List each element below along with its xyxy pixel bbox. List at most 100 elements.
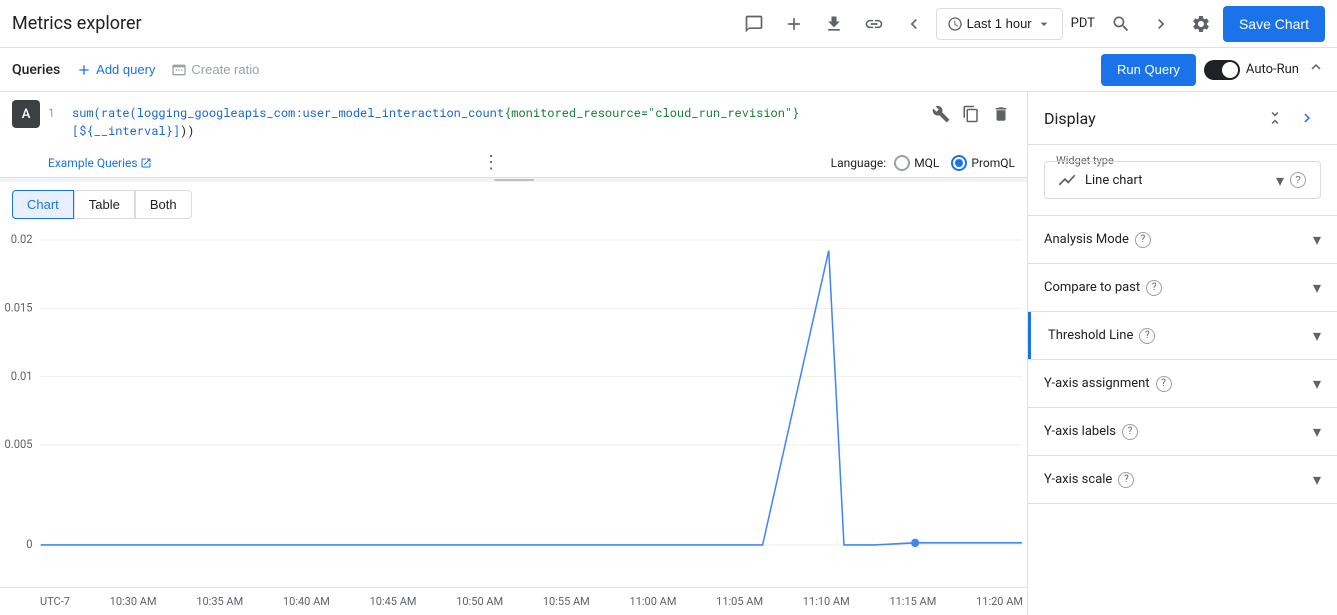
svg-text:0.01: 0.01: [11, 369, 33, 383]
search-icon-btn[interactable]: [1103, 6, 1139, 42]
y-axis-scale-help-icon: ?: [1118, 472, 1134, 488]
editor-builder-btn[interactable]: [927, 100, 955, 128]
accordion-y-axis-assignment: Y-axis assignment ? ▾: [1028, 360, 1337, 408]
example-queries-link[interactable]: Example Queries: [48, 156, 152, 170]
accordion-y-axis-labels-title: Y-axis labels ?: [1044, 424, 1138, 440]
auto-run-toggle: Auto-Run: [1204, 60, 1299, 80]
promql-label: PromQL: [971, 156, 1015, 170]
promql-circle: [951, 155, 967, 171]
analysis-mode-chevron: ▾: [1313, 230, 1321, 249]
x-label-1105: 11:05 AM: [716, 595, 763, 608]
time-range-label: Last 1 hour: [967, 16, 1032, 31]
mql-circle: [894, 155, 910, 171]
svg-text:0.02: 0.02: [11, 232, 33, 246]
widget-type-help-btn[interactable]: ?: [1288, 170, 1308, 190]
widget-type-help-icon: ?: [1290, 172, 1306, 188]
add-icon-btn[interactable]: [776, 6, 812, 42]
save-chart-btn[interactable]: Save Chart: [1223, 6, 1325, 42]
run-query-btn[interactable]: Run Query: [1101, 54, 1196, 86]
tab-table[interactable]: Table: [74, 190, 135, 219]
left-side: A 1 sum(rate(logging_googleapis_com:user…: [0, 92, 1027, 615]
right-panel: Display Widget type Line chart: [1027, 92, 1337, 615]
query-filter: {monitored_resource="cloud_run_revision"…: [504, 105, 799, 121]
language-label: Language:: [831, 156, 887, 170]
link-icon-btn[interactable]: [856, 6, 892, 42]
editor-delete-btn[interactable]: [987, 100, 1015, 128]
create-ratio-label: Create ratio: [191, 62, 259, 77]
message-icon-btn[interactable]: [736, 6, 772, 42]
x-label-1110: 11:10 AM: [803, 595, 850, 608]
time-range-btn[interactable]: Last 1 hour: [936, 8, 1063, 40]
accordion-threshold-line-title: Threshold Line ?: [1048, 328, 1155, 344]
nav-right-btn[interactable]: [1143, 6, 1179, 42]
auto-run-label: Auto-Run: [1246, 62, 1299, 77]
analysis-mode-help-icon: ?: [1135, 232, 1151, 248]
accordion-threshold-line-label: Threshold Line: [1048, 328, 1133, 343]
widget-type-controls: ▾ ?: [1276, 170, 1308, 190]
display-expand-btn[interactable]: [1261, 104, 1289, 132]
y-axis-labels-help-icon: ?: [1122, 424, 1138, 440]
radio-mql[interactable]: MQL: [894, 155, 939, 171]
line-number: 1: [48, 100, 64, 120]
more-options-btn[interactable]: ⋮: [482, 152, 500, 173]
main-layout: A 1 sum(rate(logging_googleapis_com:user…: [0, 92, 1337, 615]
settings-icon-btn[interactable]: [1183, 6, 1219, 42]
accordion-y-axis-labels-header[interactable]: Y-axis labels ? ▾: [1028, 408, 1337, 455]
accordion-threshold-line: Threshold Line ? ▾: [1028, 312, 1337, 360]
chart-and-tabs: Chart Table Both 0.02 0.015 0.01 0.: [0, 182, 1027, 615]
compare-to-past-help-icon: ?: [1146, 280, 1162, 296]
svg-text:0.005: 0.005: [4, 437, 32, 451]
widget-type-value: Line chart: [1085, 173, 1142, 188]
add-query-btn[interactable]: Add query: [76, 62, 155, 78]
widget-type-select[interactable]: Line chart ▾ ?: [1044, 161, 1321, 199]
widget-type-section: Widget type Line chart ▾ ?: [1028, 145, 1337, 216]
query-func: sum(rate(logging_googleapis_com:user_mod…: [72, 105, 504, 121]
nav-left-btn[interactable]: [896, 6, 932, 42]
accordion-compare-to-past-header[interactable]: Compare to past ? ▾: [1028, 264, 1337, 311]
radio-promql[interactable]: PromQL: [951, 155, 1015, 171]
y-axis-scale-chevron: ▾: [1313, 470, 1321, 489]
x-label-1055: 10:55 AM: [543, 595, 590, 608]
widget-type-wrapper: Widget type Line chart ▾ ?: [1044, 161, 1321, 199]
x-label-1115: 11:15 AM: [889, 595, 936, 608]
accordion-y-axis-assignment-title: Y-axis assignment ?: [1044, 376, 1172, 392]
accordion-y-axis-scale-header[interactable]: Y-axis scale ? ▾: [1028, 456, 1337, 503]
query-letter: A: [12, 100, 40, 128]
display-header: Display: [1028, 92, 1337, 145]
display-collapse-right-btn[interactable]: [1293, 104, 1321, 132]
editor-actions: [927, 100, 1015, 128]
accordion-y-axis-scale-label: Y-axis scale: [1044, 472, 1112, 487]
y-axis-assignment-help-icon: ?: [1156, 376, 1172, 392]
accordion-compare-to-past-label: Compare to past: [1044, 280, 1140, 295]
mql-label: MQL: [914, 156, 939, 170]
chart-svg: 0.02 0.015 0.01 0.005 0: [0, 219, 1027, 587]
radio-group: MQL PromQL: [894, 155, 1015, 171]
accordion-threshold-line-header[interactable]: Threshold Line ? ▾: [1028, 312, 1337, 359]
create-ratio-btn[interactable]: Create ratio: [171, 62, 259, 78]
accordion-y-axis-assignment-label: Y-axis assignment: [1044, 376, 1150, 391]
tab-both[interactable]: Both: [135, 190, 192, 219]
auto-run-switch[interactable]: [1204, 60, 1240, 80]
query-interval: [${__interval}]: [72, 123, 180, 139]
collapse-btn[interactable]: [1307, 58, 1325, 81]
queries-label: Queries: [12, 62, 60, 78]
y-axis-assignment-chevron: ▾: [1313, 374, 1321, 393]
accordion-y-axis-labels: Y-axis labels ? ▾: [1028, 408, 1337, 456]
accordion-compare-to-past-title: Compare to past ?: [1044, 280, 1162, 296]
compare-to-past-chevron: ▾: [1313, 278, 1321, 297]
tab-chart[interactable]: Chart: [12, 190, 74, 219]
accordion-y-axis-assignment-header[interactable]: Y-axis assignment ? ▾: [1028, 360, 1337, 407]
timezone-label: PDT: [1067, 16, 1099, 31]
editor-copy-btn[interactable]: [957, 100, 985, 128]
accordion-analysis-mode-title: Analysis Mode ?: [1044, 232, 1151, 248]
accordion-y-axis-labels-label: Y-axis labels: [1044, 424, 1116, 439]
accordion-analysis-mode-header[interactable]: Analysis Mode ? ▾: [1028, 216, 1337, 263]
download-icon-btn[interactable]: [816, 6, 852, 42]
x-label-1050: 10:50 AM: [456, 595, 503, 608]
query-code: sum(rate(logging_googleapis_com:user_mod…: [72, 100, 919, 140]
widget-type-chevron: ▾: [1276, 171, 1284, 190]
threshold-line-help-icon: ?: [1139, 328, 1155, 344]
svg-text:0.015: 0.015: [4, 300, 32, 314]
x-label-1120: 11:20 AM: [976, 595, 1023, 608]
queries-right: Run Query Auto-Run: [1101, 54, 1325, 86]
